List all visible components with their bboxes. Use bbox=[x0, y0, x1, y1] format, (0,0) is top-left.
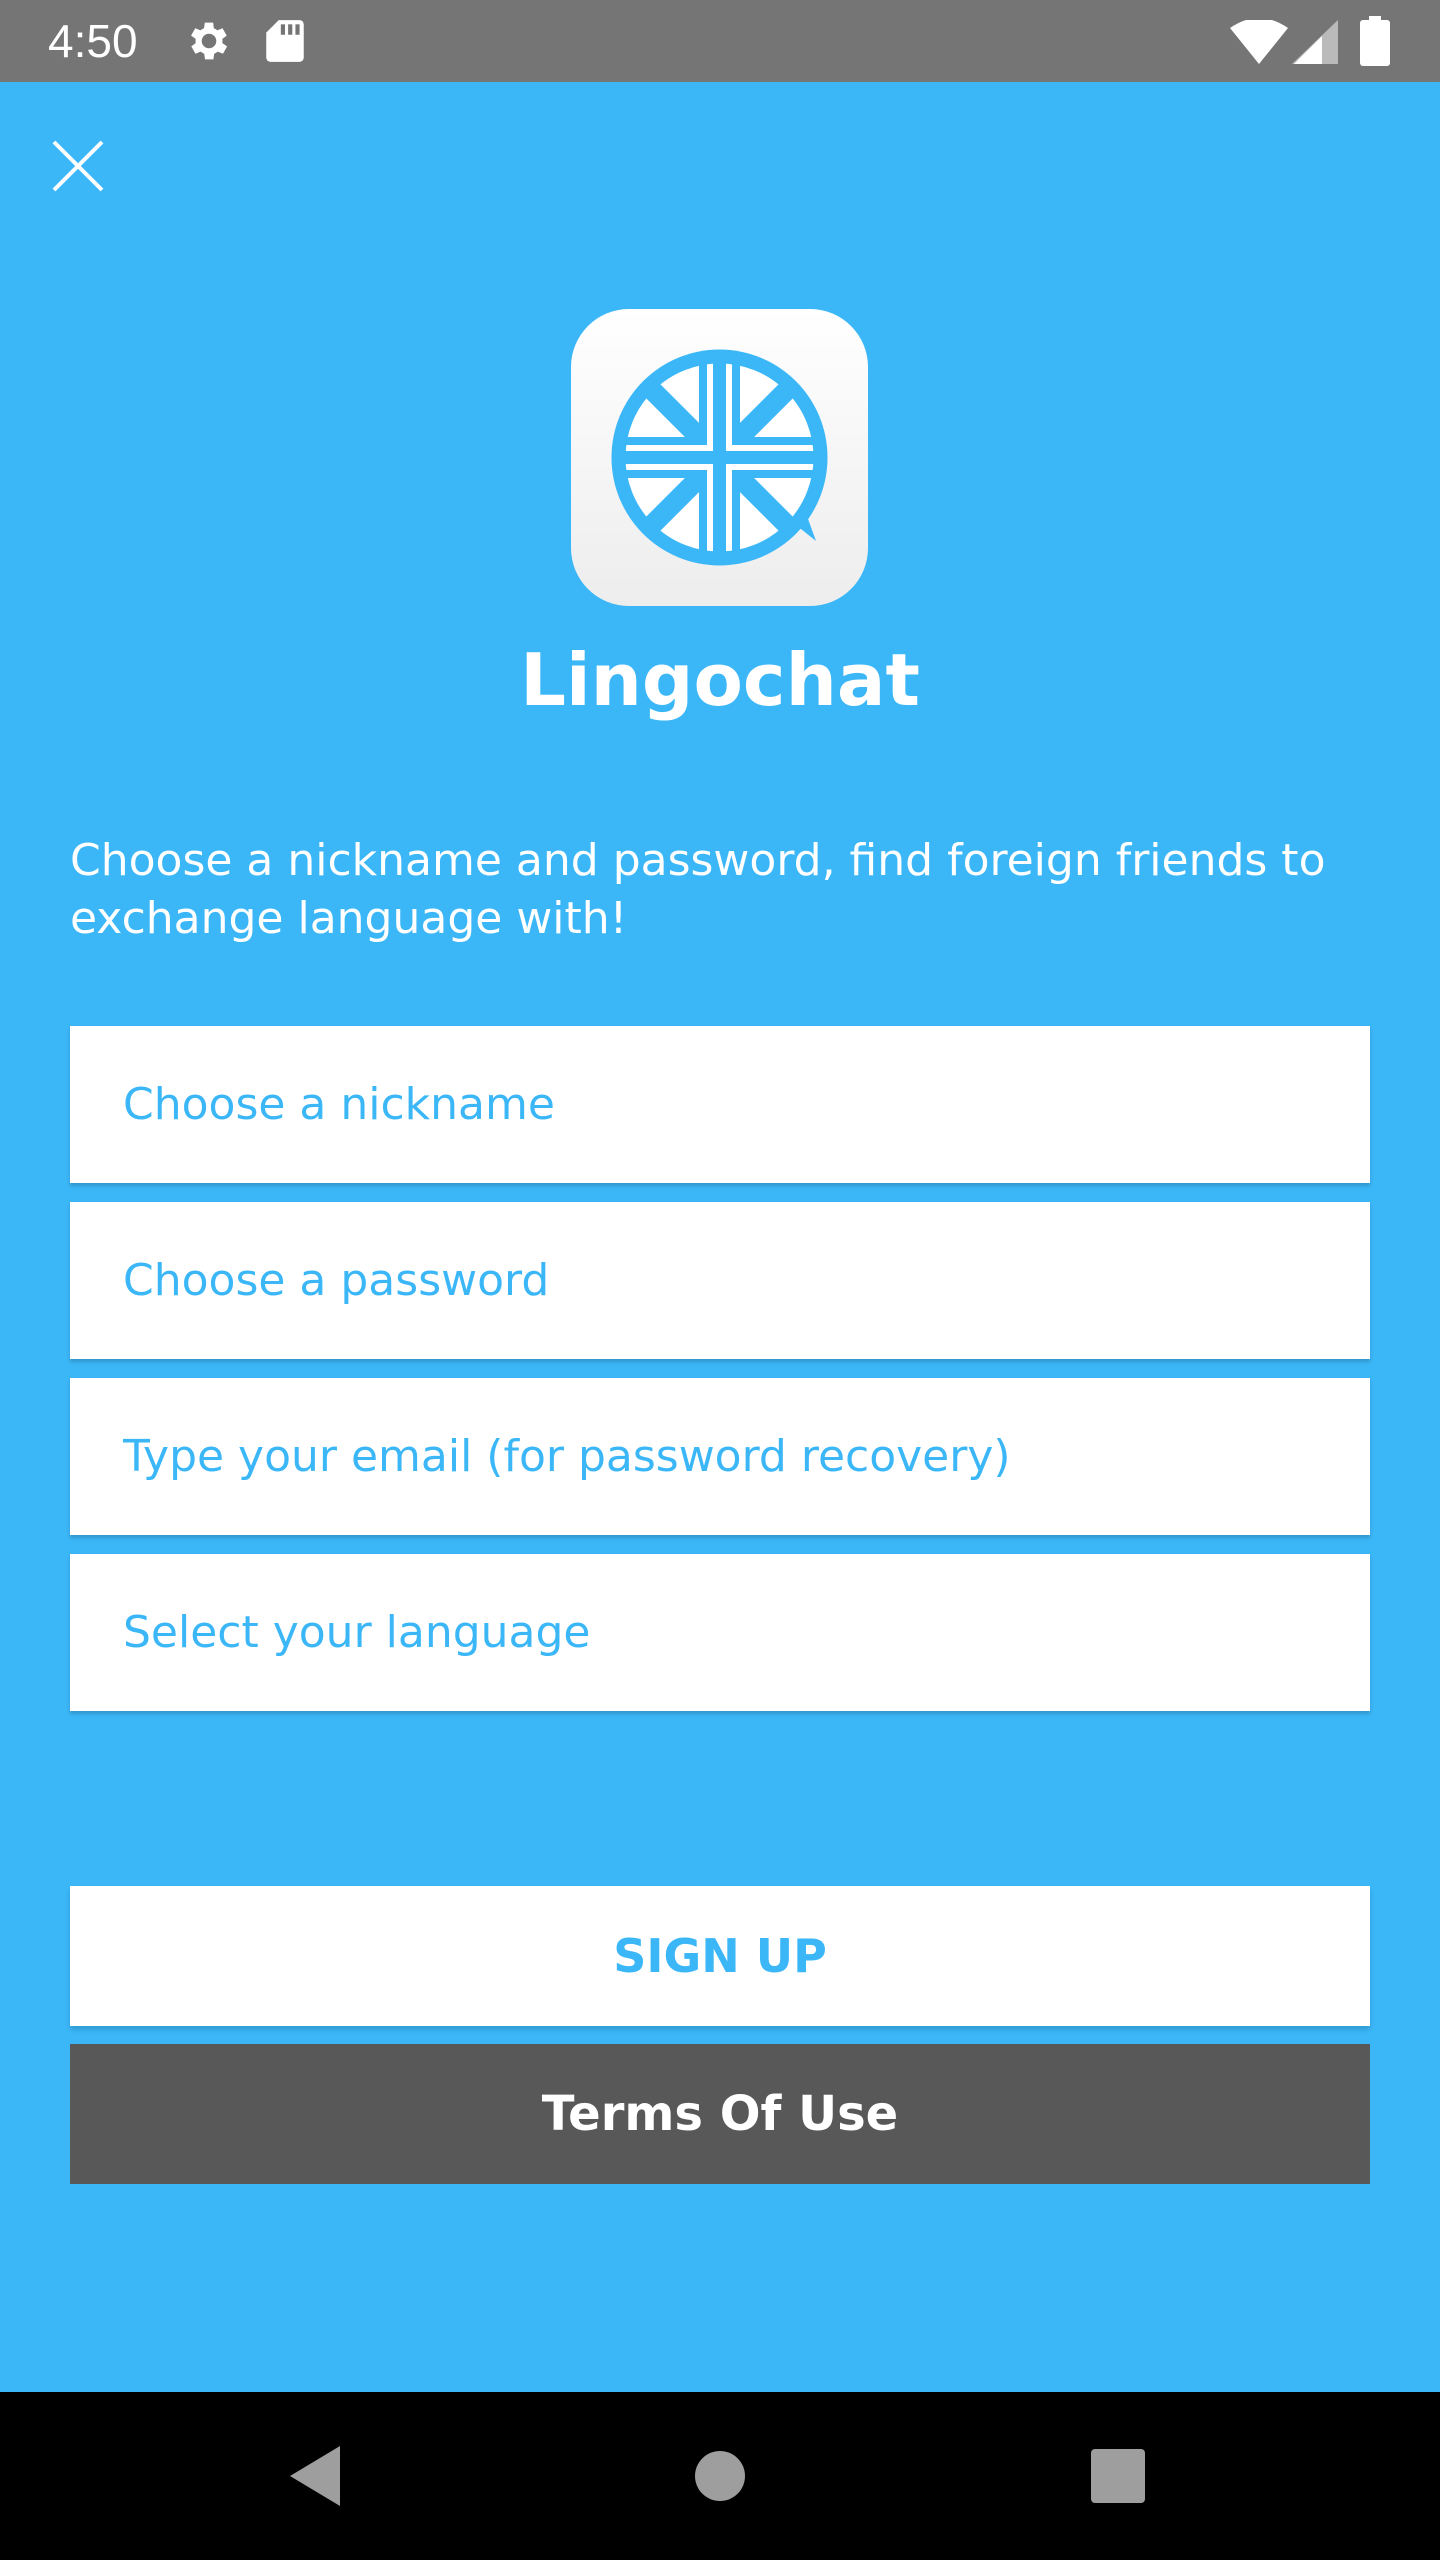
password-field[interactable] bbox=[70, 1202, 1370, 1359]
globe-chat-bubble-icon bbox=[611, 349, 828, 566]
recents-button[interactable] bbox=[1078, 2436, 1158, 2516]
language-select[interactable]: Select your language bbox=[70, 1554, 1370, 1711]
nickname-input[interactable] bbox=[123, 1079, 1370, 1130]
back-icon bbox=[290, 2446, 340, 2506]
status-time: 4:50 bbox=[48, 15, 138, 67]
battery-icon bbox=[1360, 16, 1390, 70]
home-icon bbox=[695, 2451, 745, 2501]
close-button[interactable] bbox=[40, 128, 112, 200]
back-button[interactable] bbox=[278, 2436, 358, 2516]
sign-up-button[interactable]: SIGN UP bbox=[70, 1886, 1370, 2026]
sd-card-icon bbox=[262, 16, 308, 70]
language-select-label: Select your language bbox=[123, 1607, 591, 1658]
app-title: Lingochat bbox=[520, 638, 920, 722]
wifi-icon bbox=[1230, 18, 1288, 68]
app-logo bbox=[571, 309, 868, 606]
status-bar: 4:50 bbox=[0, 0, 1440, 82]
settings-icon bbox=[184, 16, 234, 70]
email-field[interactable] bbox=[70, 1378, 1370, 1535]
navigation-bar bbox=[0, 2392, 1440, 2560]
email-input[interactable] bbox=[123, 1431, 1370, 1482]
recents-icon bbox=[1091, 2449, 1145, 2503]
nickname-field[interactable] bbox=[70, 1026, 1370, 1183]
home-button[interactable] bbox=[680, 2436, 760, 2516]
signup-screen: 4:50 Lingochat Choose a nickname and pas… bbox=[0, 0, 1440, 2560]
terms-of-use-button[interactable]: Terms Of Use bbox=[70, 2044, 1370, 2184]
close-icon bbox=[52, 140, 104, 192]
intro-text: Choose a nickname and password, find for… bbox=[70, 835, 1326, 944]
password-input[interactable] bbox=[123, 1255, 1370, 1306]
signal-icon bbox=[1292, 20, 1338, 68]
